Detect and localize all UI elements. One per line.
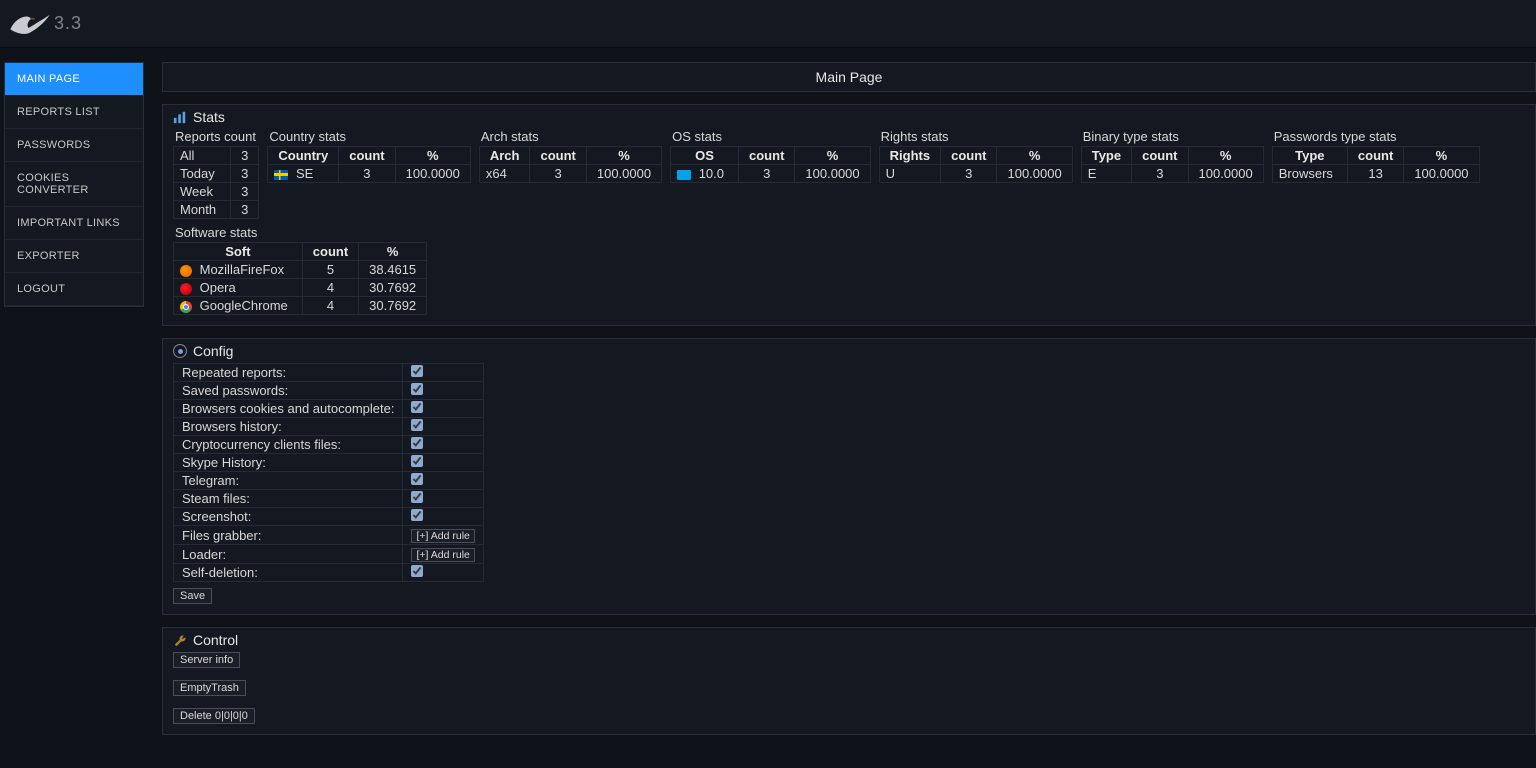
sidebar-item-reports-list[interactable]: REPORTS LIST — [5, 96, 143, 129]
config-panel: Config Repeated reports:Saved passwords:… — [162, 338, 1536, 615]
sidebar-item-main-page[interactable]: MAIN PAGE — [5, 63, 143, 96]
stat-block-title: Rights stats — [879, 129, 1073, 146]
config-label: Self-deletion: — [174, 564, 403, 582]
emptytrash-button[interactable]: EmptyTrash — [173, 680, 246, 696]
stat-table: Softcount% MozillaFireFox538.4615 Opera4… — [173, 242, 427, 315]
stat-block-title: Reports count — [173, 129, 259, 146]
main-content: Main Page Stats Reports countAll3Today3W… — [144, 48, 1536, 768]
config-label: Skype History: — [174, 454, 403, 472]
control-panel: Control Server info EmptyTrash Delete 0|0|… — [162, 627, 1536, 735]
stat-block-title: Binary type stats — [1081, 129, 1264, 146]
table-row: Month3 — [174, 201, 259, 219]
config-label: Cryptocurrency clients files: — [174, 436, 403, 454]
flag-se-icon — [274, 170, 288, 180]
server-info-button[interactable]: Server info — [173, 652, 240, 668]
config-row: Skype History: — [174, 454, 484, 472]
config-checkbox[interactable] — [411, 565, 423, 577]
save-button[interactable]: Save — [173, 588, 212, 604]
stat-table: Typecount% E3100.0000 — [1081, 146, 1264, 183]
config-row: Browsers history: — [174, 418, 484, 436]
config-row: Saved passwords: — [174, 382, 484, 400]
config-radio-icon — [173, 344, 187, 358]
table-row: GoogleChrome430.7692 — [174, 297, 427, 315]
config-label: Telegram: — [174, 472, 403, 490]
table-row: Today3 — [174, 165, 259, 183]
stat-table: Archcount% x643100.0000 — [479, 146, 662, 183]
sidebar-item-logout[interactable]: LOGOUT — [5, 273, 143, 306]
stat-table: Typecount% Browsers13100.0000 — [1272, 146, 1480, 183]
stat-table: Countrycount% SE3100.0000 — [267, 146, 470, 183]
config-label: Files grabber: — [174, 526, 403, 545]
config-row: Self-deletion: — [174, 564, 484, 582]
stat-block-title: Software stats — [173, 225, 1525, 242]
sidebar-item-exporter[interactable]: EXPORTER — [5, 240, 143, 273]
config-label: Loader: — [174, 545, 403, 564]
stat-block-title: Country stats — [267, 129, 470, 146]
table-row: U3100.0000 — [879, 165, 1072, 183]
flag-win-icon — [677, 170, 691, 180]
topbar: 3.3 — [0, 0, 1536, 48]
stats-header: Stats — [163, 105, 1535, 127]
config-row: Screenshot: — [174, 508, 484, 526]
stat-block-title: Passwords type stats — [1272, 129, 1480, 146]
config-row: Files grabber: [+] Add rule — [174, 526, 484, 545]
wrench-icon — [173, 633, 187, 647]
config-row: Cryptocurrency clients files: — [174, 436, 484, 454]
config-row: Loader: [+] Add rule — [174, 545, 484, 564]
stat-table: All3Today3Week3Month3 — [173, 146, 259, 219]
table-row: MozillaFireFox538.4615 — [174, 261, 427, 279]
sidebar-item-important-links[interactable]: IMPORTANT LINKS — [5, 207, 143, 240]
config-table: Repeated reports:Saved passwords:Browser… — [173, 363, 484, 582]
config-checkbox[interactable] — [411, 365, 423, 377]
table-row: Week3 — [174, 183, 259, 201]
config-checkbox[interactable] — [411, 419, 423, 431]
config-header: Config — [163, 339, 1535, 361]
config-label: Browsers history: — [174, 418, 403, 436]
config-label: Saved passwords: — [174, 382, 403, 400]
config-label: Browsers cookies and autocomplete: — [174, 400, 403, 418]
table-row: 10.03100.0000 — [671, 165, 871, 183]
stat-block-title: Arch stats — [479, 129, 662, 146]
config-checkbox[interactable] — [411, 401, 423, 413]
config-checkbox[interactable] — [411, 437, 423, 449]
stat-table: Rightscount% U3100.0000 — [879, 146, 1073, 183]
config-label: Repeated reports: — [174, 364, 403, 382]
config-row: Browsers cookies and autocomplete: — [174, 400, 484, 418]
op-browser-icon — [180, 283, 192, 295]
app-version: 3.3 — [54, 13, 82, 34]
add-rule-button[interactable]: [+] Add rule — [411, 548, 474, 562]
stat-block-title: OS stats — [670, 129, 871, 146]
table-row: All3 — [174, 147, 259, 165]
table-row: x643100.0000 — [479, 165, 661, 183]
app-logo-eagle-icon — [8, 7, 52, 41]
table-row: Browsers13100.0000 — [1272, 165, 1479, 183]
config-checkbox[interactable] — [411, 509, 423, 521]
delete-0-0-0-0-button[interactable]: Delete 0|0|0|0 — [173, 708, 255, 724]
config-checkbox[interactable] — [411, 383, 423, 395]
gc-browser-icon — [180, 301, 192, 313]
table-row: Opera430.7692 — [174, 279, 427, 297]
ff-browser-icon — [180, 265, 192, 277]
stat-table: OScount% 10.03100.0000 — [670, 146, 871, 183]
config-checkbox[interactable] — [411, 473, 423, 485]
sidebar: MAIN PAGEREPORTS LISTPASSWORDSCOOKIES CO… — [4, 62, 144, 307]
config-row: Repeated reports: — [174, 364, 484, 382]
table-row: E3100.0000 — [1081, 165, 1263, 183]
stats-icon — [173, 110, 187, 124]
config-checkbox[interactable] — [411, 491, 423, 503]
config-checkbox[interactable] — [411, 455, 423, 467]
config-row: Steam files: — [174, 490, 484, 508]
control-header: Control — [163, 628, 1535, 650]
table-row: SE3100.0000 — [268, 165, 470, 183]
config-label: Screenshot: — [174, 508, 403, 526]
sidebar-item-cookies-converter[interactable]: COOKIES CONVERTER — [5, 162, 143, 207]
sidebar-item-passwords[interactable]: PASSWORDS — [5, 129, 143, 162]
config-label: Steam files: — [174, 490, 403, 508]
page-title: Main Page — [162, 62, 1536, 92]
add-rule-button[interactable]: [+] Add rule — [411, 529, 474, 543]
stats-panel: Stats Reports countAll3Today3Week3Month3… — [162, 104, 1536, 326]
config-row: Telegram: — [174, 472, 484, 490]
